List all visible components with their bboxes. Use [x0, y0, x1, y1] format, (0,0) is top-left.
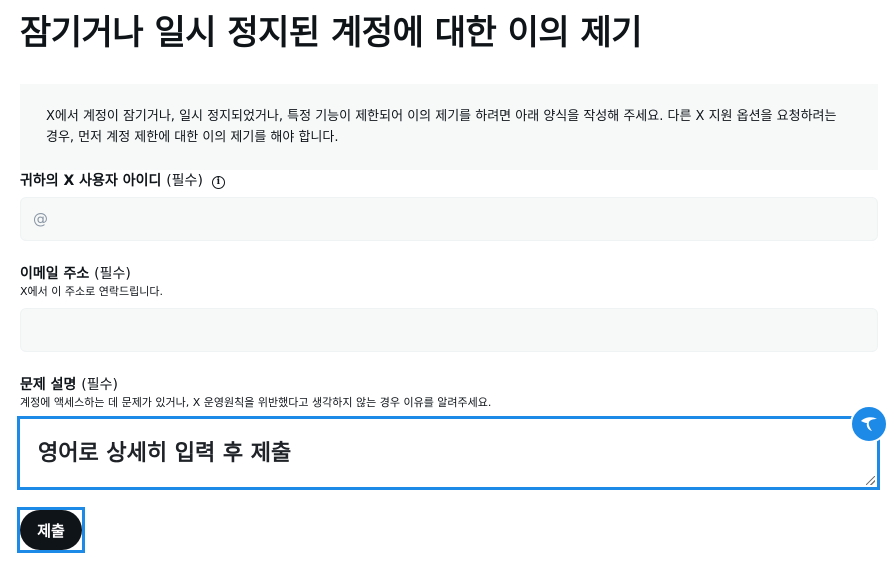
description-textarea[interactable]: 영어로 상세히 입력 후 제출 — [20, 419, 877, 487]
submit-button[interactable]: 제출 — [20, 510, 82, 550]
username-required: (필수) — [166, 173, 203, 189]
email-hint: X에서 이 주소로 연락드립니다. — [20, 285, 163, 298]
page-title: 잠기거나 일시 정지된 계정에 대한 이의 제기 — [20, 13, 643, 53]
assistant-swoosh-icon — [861, 417, 877, 431]
email-required: (필수) — [94, 266, 131, 282]
description-field: 영어로 상세히 입력 후 제출 — [17, 416, 880, 490]
username-label-text: 귀하의 X 사용자 아이디 — [20, 173, 162, 189]
username-label: 귀하의 X 사용자 아이디 (필수) i — [20, 172, 225, 190]
username-input[interactable] — [20, 197, 878, 241]
email-input[interactable] — [20, 308, 878, 352]
resize-grip-icon[interactable] — [866, 476, 875, 485]
intro-notice: X에서 계정이 잠기거나, 일시 정지되었거나, 특정 기능이 제한되어 이의 … — [20, 84, 878, 170]
assistant-badge-icon[interactable] — [850, 405, 888, 443]
description-required: (필수) — [81, 377, 118, 393]
info-icon[interactable]: i — [211, 176, 225, 189]
email-label: 이메일 주소 (필수) — [20, 265, 131, 283]
description-label: 문제 설명 (필수) — [20, 376, 118, 394]
email-label-text: 이메일 주소 — [20, 266, 90, 282]
description-label-text: 문제 설명 — [20, 377, 77, 393]
description-hint: 계정에 액세스하는 데 문제가 있거나, X 운영원칙을 위반했다고 생각하지 … — [20, 396, 492, 409]
